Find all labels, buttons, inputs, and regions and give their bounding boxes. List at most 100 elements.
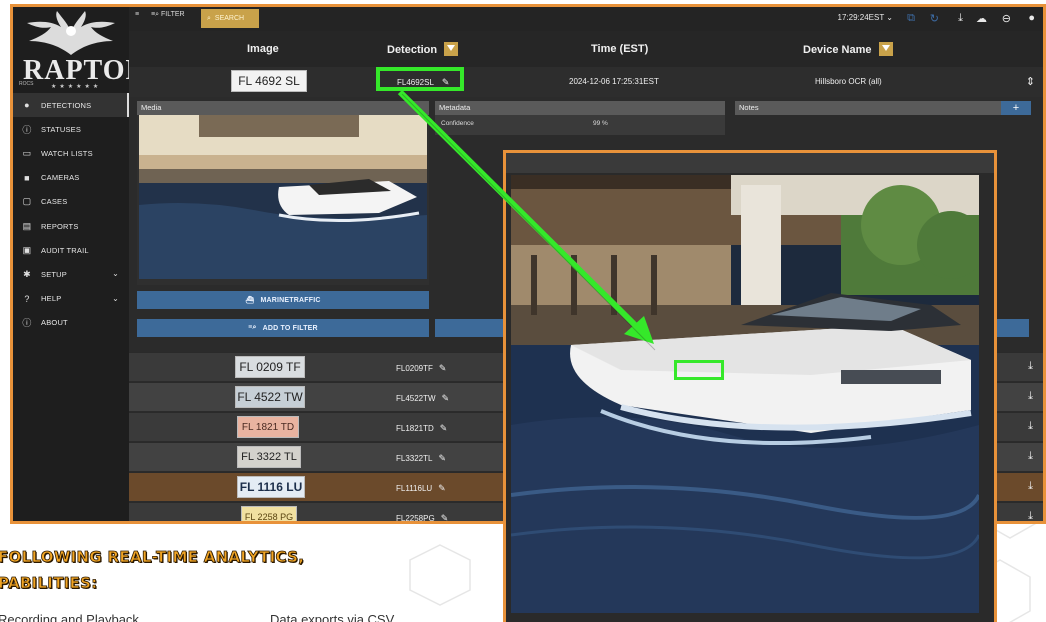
link-icon[interactable]: ⊖ — [1002, 12, 1011, 25]
chevron-down-icon: ⌄ — [112, 293, 119, 303]
sidebar-item-audit-trail[interactable]: ▣ AUDIT TRAIL — [13, 238, 129, 262]
sidebar-item-label: ABOUT — [41, 318, 68, 328]
search-icon: ⌕ — [207, 14, 211, 22]
column-time: Time (EST) — [591, 43, 649, 55]
table-header: Image Detection Time (EST) Device Name — [129, 31, 1043, 67]
add-to-filter-button[interactable]: ≡⌕ ADD TO FILTER — [137, 319, 429, 337]
chevron-down-icon: ⌄ — [112, 269, 119, 279]
plate-image: FL 3322 TL — [237, 446, 301, 468]
edit-icon[interactable]: ✎ — [438, 453, 446, 464]
download-icon[interactable]: ⤓ — [1028, 510, 1033, 521]
edit-icon[interactable]: ✎ — [440, 423, 448, 434]
download-icon[interactable]: ⤓ — [1028, 480, 1033, 493]
filter-icon[interactable] — [878, 42, 893, 56]
sidebar-item-label: AUDIT TRAIL — [41, 245, 89, 255]
edit-icon[interactable]: ✎ — [439, 363, 447, 374]
pin-icon: ● — [24, 100, 30, 111]
detection-value: FL0209TF ✎ — [396, 363, 446, 374]
list-box-icon: ▭ — [22, 147, 32, 158]
column-detection[interactable]: Detection — [387, 42, 459, 57]
marinetraffic-button[interactable]: ⛴ MARINETRAFFIC — [137, 291, 429, 309]
gear-icon: ✱ — [23, 268, 31, 279]
download-icon[interactable]: ⤓ — [1028, 360, 1033, 373]
filter-label: FILTER — [160, 11, 185, 18]
time-value: 2024-12-06 17:25:31EST — [569, 77, 659, 86]
filter-icon[interactable] — [444, 42, 459, 56]
cloud-upload-icon[interactable]: ☁ — [976, 12, 987, 25]
add-note-button[interactable]: + — [1001, 101, 1031, 115]
metadata-panel: Confidence 99 % — [435, 115, 725, 135]
info-icon: ⓘ — [22, 318, 32, 329]
plate-image: FL 4692 SL — [231, 70, 307, 92]
ship-icon: ⛴ — [245, 297, 255, 304]
copy-icon[interactable]: ⧉ — [907, 12, 915, 25]
detection-value: FL3322TL ✎ — [396, 453, 446, 464]
sidebar-item-label: WATCH LISTS — [41, 148, 93, 158]
detection-value: FL2258PG ✎ — [396, 513, 449, 521]
top-toolbar: ≡ ≡⌕ FILTER ⌕ SEARCH 17:29:24EST ⌄ ⧉ ↻ ⤓… — [129, 7, 1043, 31]
detection-highlight-box — [376, 67, 464, 91]
sidebar-item-cases[interactable]: ▢ CASES — [13, 190, 129, 214]
sidebar-item-label: DETECTIONS — [41, 100, 92, 110]
add-to-filter-label: ADD TO FILTER — [262, 324, 318, 332]
detection-text: FL4522TW — [396, 394, 436, 403]
download-icon[interactable]: ⤓ — [1028, 450, 1033, 463]
sidebar-item-detections[interactable]: ● DETECTIONS — [13, 93, 129, 118]
drag-handle-icon[interactable]: ⇕ — [1026, 75, 1035, 88]
search-button[interactable]: ⌕ SEARCH — [201, 9, 259, 28]
detection-value: FL1821TD ✎ — [396, 423, 447, 434]
filter-list-icon: ≡⌕ — [248, 324, 257, 331]
download-icon[interactable]: ⤓ — [958, 12, 963, 25]
confidence-value: 99 % — [593, 120, 608, 127]
info-icon: ⓘ — [22, 124, 32, 135]
raptor-logo: RAPTOR ROCS ★★★★★★ — [17, 11, 146, 90]
chevron-down-icon: ⌄ — [886, 13, 893, 22]
marketing-heading-line2: PABILITIES: — [0, 574, 98, 593]
refresh-icon[interactable]: ↻ — [930, 12, 939, 25]
clock-dropdown[interactable]: 17:29:24EST ⌄ — [838, 13, 894, 22]
sidebar-item-reports[interactable]: ▤ REPORTS — [13, 214, 129, 238]
column-device-label: Device Name — [803, 43, 872, 56]
sidebar: RAPTOR ROCS ★★★★★★ ● DETECTIONS ⓘ STATUS… — [13, 7, 146, 521]
sidebar-item-help[interactable]: ? HELP ⌄ — [13, 287, 129, 311]
brand-tagline: ROCS — [19, 81, 34, 87]
sidebar-item-label: STATUSES — [41, 124, 82, 134]
detection-value: FL4522TW ✎ — [396, 393, 449, 404]
sidebar-item-watch-lists[interactable]: ▭ WATCH LISTS — [13, 141, 129, 165]
help-icon: ? — [24, 293, 30, 304]
edit-icon[interactable]: ✎ — [438, 483, 446, 494]
sidebar-item-setup[interactable]: ✱ SETUP ⌄ — [13, 262, 129, 286]
camera-icon: ■ — [24, 172, 30, 183]
collapse-menu-button[interactable]: ≡ — [135, 11, 139, 18]
marinetraffic-label: MARINETRAFFIC — [260, 296, 321, 304]
search-label: SEARCH — [214, 15, 245, 22]
column-detection-label: Detection — [387, 43, 438, 56]
device-value: Hillsboro OCR (all) — [815, 77, 882, 86]
clock-time: 17:29:24EST — [837, 13, 885, 22]
sidebar-item-about[interactable]: ⓘ ABOUT — [13, 311, 129, 335]
edit-icon[interactable]: ✎ — [442, 393, 450, 404]
sidebar-item-label: SETUP — [41, 269, 68, 279]
boat-thumbnail[interactable] — [139, 115, 427, 279]
filter-button[interactable]: ≡⌕ FILTER — [151, 11, 185, 19]
hull-plate-highlight-box — [674, 360, 724, 380]
sidebar-item-statuses[interactable]: ⓘ STATUSES — [13, 117, 129, 141]
plate-image: FL 1116 LU — [237, 476, 305, 498]
download-icon[interactable]: ⤓ — [1028, 390, 1033, 403]
sidebar-item-label: CAMERAS — [41, 173, 80, 183]
column-image: Image — [247, 43, 279, 55]
detection-value: FL1116LU ✎ — [396, 483, 446, 494]
sidebar-item-cameras[interactable]: ■ CAMERAS — [13, 166, 129, 190]
column-device[interactable]: Device Name — [803, 42, 893, 57]
edit-icon[interactable]: ✎ — [441, 513, 449, 521]
expanded-detection-row[interactable]: FL 4692 SL FL4692SL ✎ 2024-12-06 17:25:3… — [129, 67, 1043, 97]
detection-text: FL3322TL — [396, 454, 433, 463]
notes-panel-header: Notes — [735, 101, 1031, 115]
user-icon[interactable]: ● — [1028, 12, 1035, 24]
clipboard-icon: ▢ — [22, 196, 32, 207]
plate-image: FL 0209 TF — [235, 356, 305, 378]
download-icon[interactable]: ⤓ — [1028, 420, 1033, 433]
metadata-panel-header: Metadata — [435, 101, 725, 115]
briefcase-icon: ▣ — [22, 244, 32, 255]
report-icon: ▤ — [22, 220, 32, 231]
